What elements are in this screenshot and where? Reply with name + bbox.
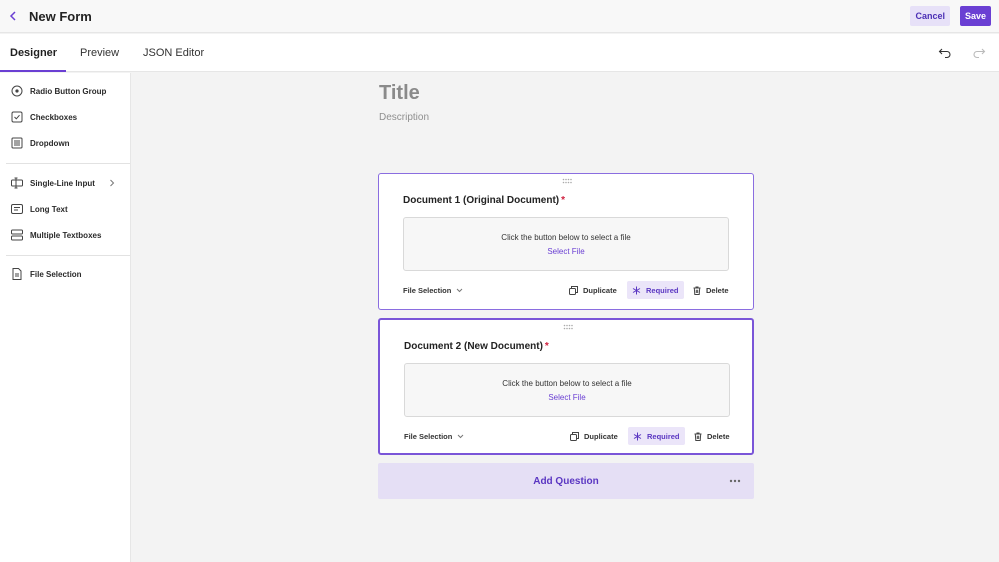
chevron-left-icon (9, 11, 16, 21)
multiple-textboxes-icon (11, 229, 23, 241)
select-file-link[interactable]: Select File (404, 247, 728, 256)
asterisk-icon (632, 286, 641, 294)
question-type-select[interactable]: File Selection (404, 432, 464, 441)
chevron-down-icon (458, 434, 464, 439)
required-toggle[interactable]: Required (628, 427, 685, 445)
dropdown-list-icon (11, 137, 23, 149)
file-drop-zone: Click the button below to select a file … (404, 363, 730, 417)
sidebar-item-checkboxes[interactable]: Checkboxes (0, 107, 130, 127)
trash-icon (693, 286, 701, 295)
sidebar-divider (6, 255, 130, 256)
sidebar-item-label: Dropdown (30, 138, 70, 148)
question-title[interactable]: Document 2 (New Document) * (404, 341, 549, 352)
question-type-sidebar: Radio Button Group Checkboxes Dropdown S… (0, 73, 131, 562)
cancel-button[interactable]: Cancel (910, 6, 950, 26)
back-button[interactable] (4, 7, 22, 25)
drag-handle-icon[interactable] (563, 324, 573, 330)
app-header: New Form Cancel Save (0, 0, 999, 33)
sidebar-item-label: Checkboxes (30, 112, 78, 122)
sidebar-item-long-text[interactable]: Long Text (0, 199, 130, 219)
sidebar-item-label: Long Text (30, 204, 68, 214)
sidebar-item-label: File Selection (30, 269, 82, 279)
form-description[interactable]: Description (379, 112, 429, 123)
sidebar-item-single-line-input[interactable]: Single-Line Input (0, 173, 130, 193)
save-button[interactable]: Save (959, 6, 991, 26)
trash-icon (694, 432, 702, 441)
file-drop-zone: Click the button below to select a file … (403, 217, 729, 271)
sidebar-item-multiple-textboxes[interactable]: Multiple Textboxes (0, 225, 130, 245)
drag-handle-icon[interactable] (562, 178, 572, 184)
sidebar-divider (6, 163, 130, 164)
header-actions: Cancel Save (910, 6, 991, 26)
file-icon (11, 268, 23, 280)
question-card[interactable]: Document 2 (New Document) * Click the but… (378, 318, 754, 455)
add-question-button[interactable]: Add Question (378, 463, 754, 499)
more-options-icon[interactable] (728, 476, 742, 486)
question-type-select[interactable]: File Selection (403, 286, 463, 295)
delete-button[interactable]: Delete (694, 427, 730, 445)
duplicate-button[interactable]: Duplicate (570, 427, 618, 445)
drop-zone-text: Click the button below to select a file (501, 233, 631, 242)
duplicate-button[interactable]: Duplicate (569, 281, 617, 299)
required-toggle[interactable]: Required (627, 281, 684, 299)
drop-zone-text: Click the button below to select a file (502, 379, 632, 388)
sidebar-item-dropdown[interactable]: Dropdown (0, 133, 130, 153)
form-title[interactable]: Title (379, 82, 420, 105)
tab-json-editor[interactable]: JSON Editor (143, 34, 204, 72)
copy-icon (569, 285, 578, 295)
checkbox-icon (11, 111, 23, 123)
required-asterisk: * (544, 341, 549, 352)
undo-icon[interactable] (938, 46, 952, 60)
sidebar-item-label: Radio Button Group (30, 86, 107, 96)
copy-icon (570, 431, 579, 441)
sidebar-item-radio-button-group[interactable]: Radio Button Group (0, 81, 130, 101)
required-asterisk: * (561, 195, 566, 206)
chevron-down-icon (457, 288, 463, 293)
redo-icon[interactable] (972, 46, 986, 60)
active-tab-indicator (0, 70, 66, 72)
tab-preview[interactable]: Preview (80, 34, 119, 72)
sidebar-item-file-selection[interactable]: File Selection (0, 264, 130, 284)
tab-bar: Designer Preview JSON Editor (0, 34, 999, 72)
select-file-link[interactable]: Select File (405, 393, 729, 402)
tab-designer[interactable]: Designer (10, 34, 57, 72)
text-cursor-icon (11, 177, 23, 189)
long-text-icon (11, 203, 23, 215)
radio-icon (11, 85, 23, 97)
asterisk-icon (633, 432, 642, 440)
sidebar-item-label: Multiple Textboxes (30, 230, 102, 240)
sidebar-item-label: Single-Line Input (30, 178, 95, 188)
chevron-right-icon (110, 179, 115, 187)
delete-button[interactable]: Delete (693, 281, 729, 299)
question-card[interactable]: Document 1 (Original Document) * Click th… (378, 173, 754, 310)
page-title: New Form (29, 8, 92, 24)
question-title[interactable]: Document 1 (Original Document) * (403, 195, 565, 206)
